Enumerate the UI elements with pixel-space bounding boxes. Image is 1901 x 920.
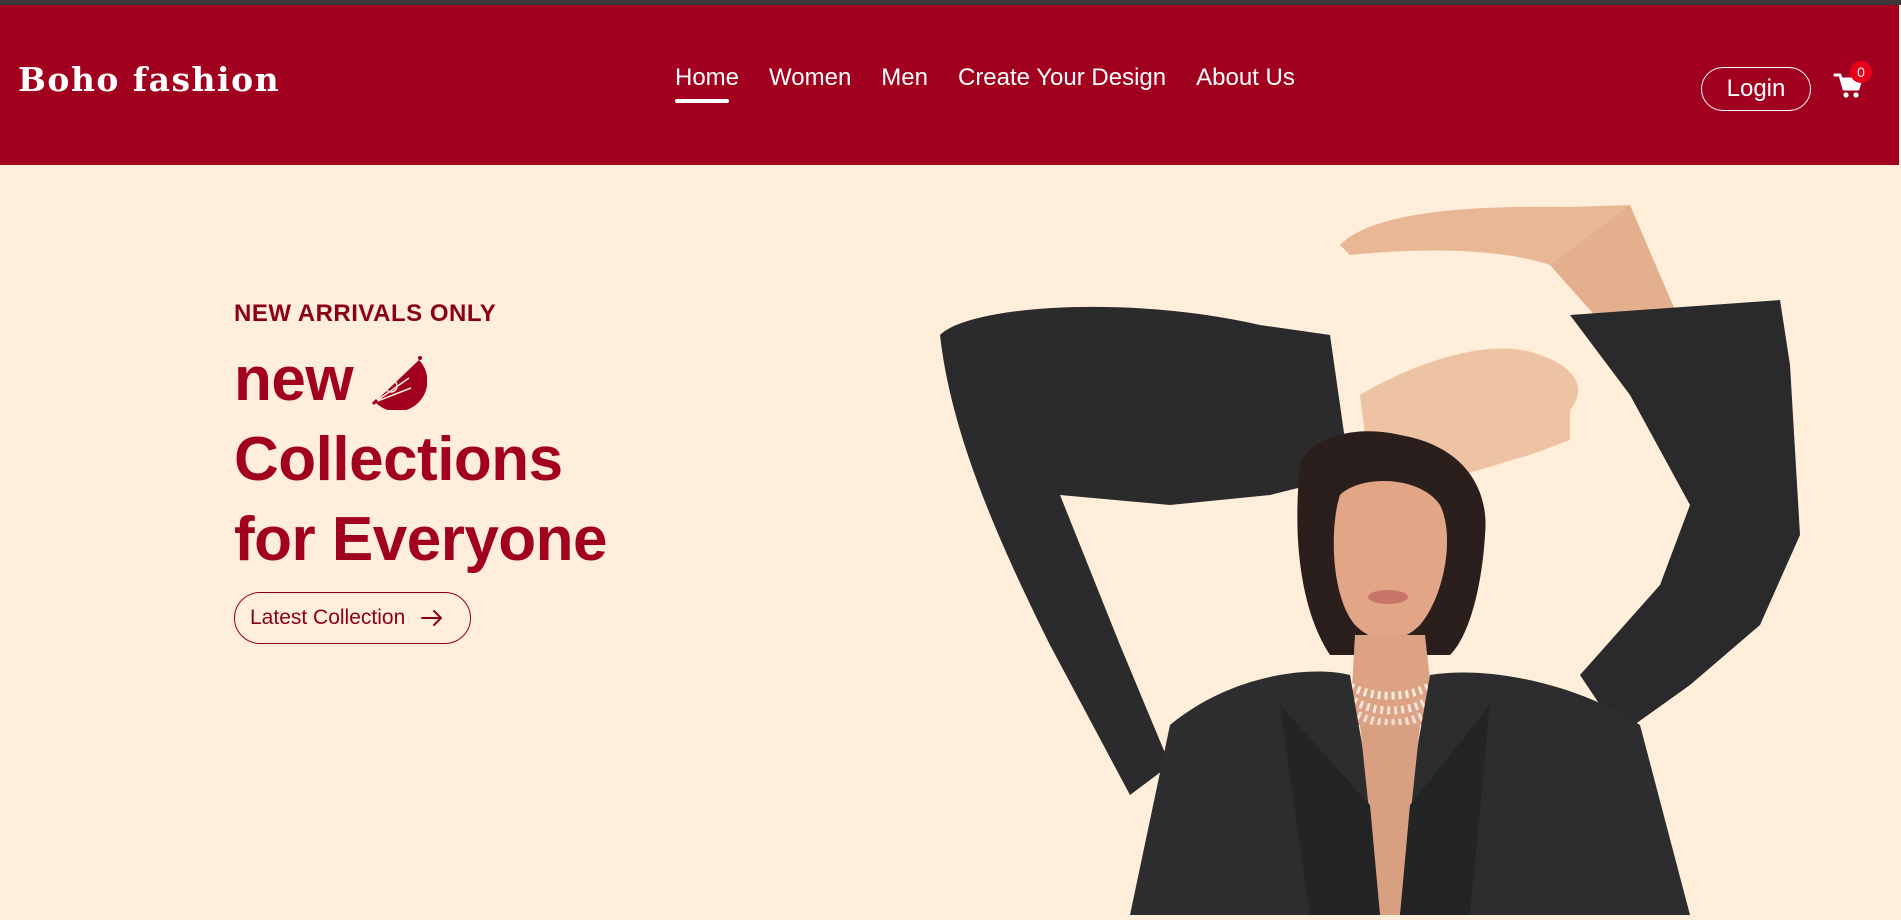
nav-about-us[interactable]: About Us <box>1196 64 1295 92</box>
hand-fan-icon <box>367 350 428 412</box>
nav-women[interactable]: Women <box>769 64 851 92</box>
arrow-right-icon <box>421 610 443 626</box>
logo[interactable]: Boho fashion <box>18 60 280 99</box>
nav-home[interactable]: Home <box>675 64 739 103</box>
hero-headline: new Collections for Everyone <box>234 340 608 580</box>
hero-text: NEW ARRIVALS ONLY new Collections for Ev… <box>234 300 608 644</box>
nav-create-your-design[interactable]: Create Your Design <box>958 64 1166 92</box>
hero-eyebrow: NEW ARRIVALS ONLY <box>234 300 497 327</box>
main-nav: Home Women Men Create Your Design About … <box>675 64 1295 103</box>
headline-line-collections: Collections <box>234 425 563 494</box>
headline-line-for-everyone: for Everyone <box>234 505 608 574</box>
nav-men[interactable]: Men <box>881 64 928 92</box>
hero-model-image <box>930 205 1810 915</box>
latest-collection-label: Latest Collection <box>250 606 406 629</box>
navbar: Boho fashion Home Women Men Create Your … <box>0 5 1899 165</box>
headline-word-new: new <box>234 345 354 414</box>
login-button[interactable]: Login <box>1701 67 1811 111</box>
cart-count-badge: 0 <box>1850 61 1872 83</box>
latest-collection-button[interactable]: Latest Collection <box>234 592 471 644</box>
